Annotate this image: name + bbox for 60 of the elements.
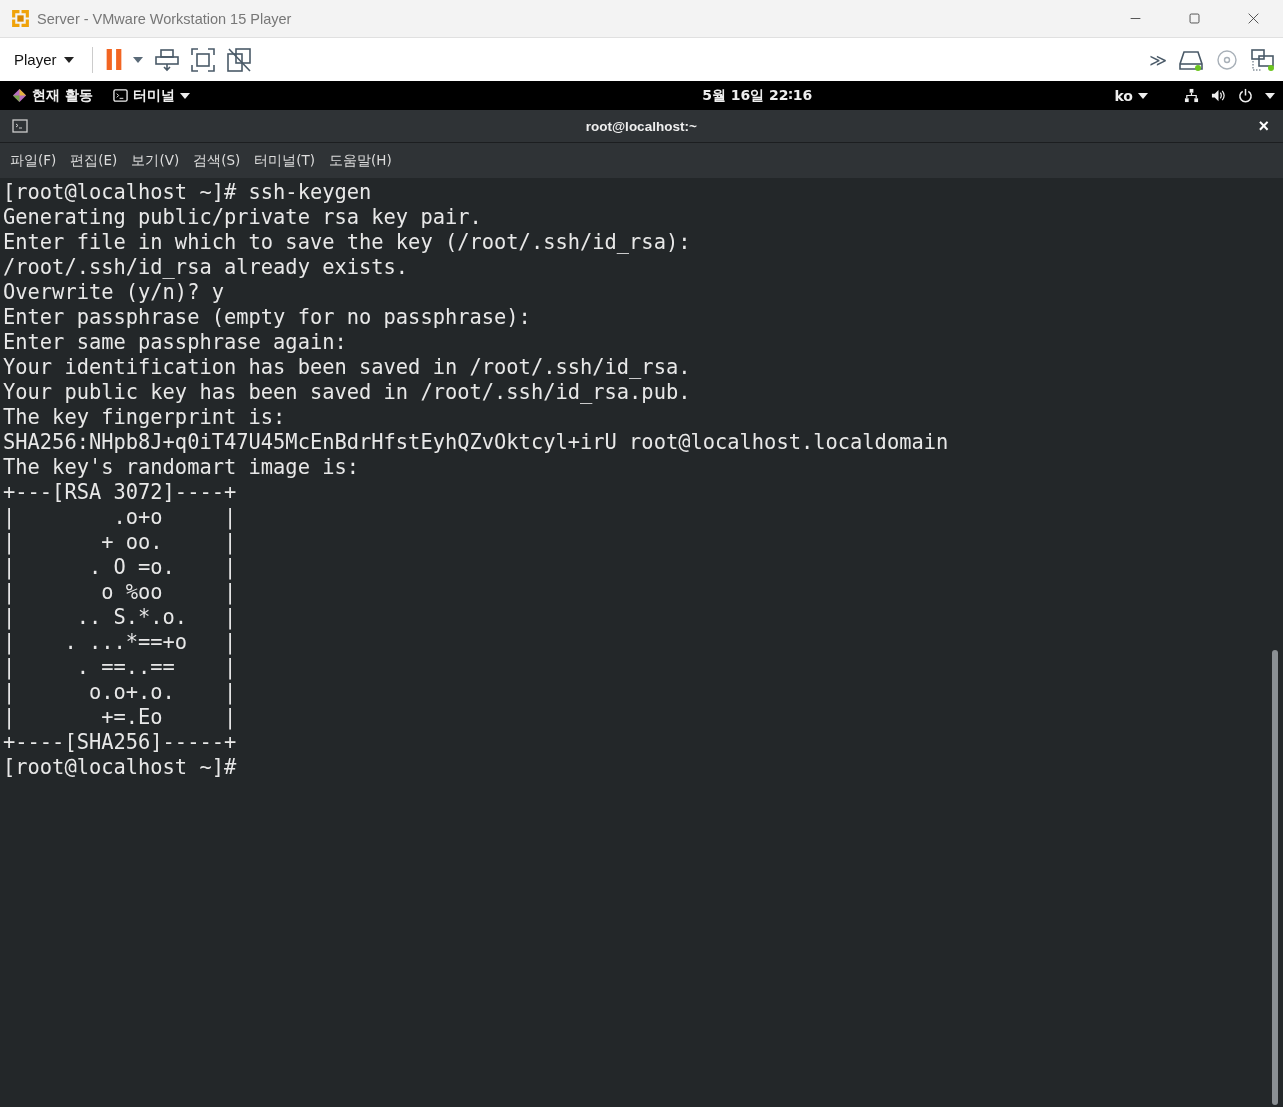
terminal-line: The key fingerprint is: [3, 405, 286, 430]
caret-icon [63, 56, 74, 63]
terminal-line: | . ...*==+o | [3, 630, 237, 655]
terminal-app-menu[interactable]: 터미널 [112, 86, 200, 105]
player-menu-button[interactable]: Player [8, 47, 80, 72]
terminal-line: Generating public/private rsa key pair. [3, 205, 482, 230]
menu-item[interactable]: 편집(E) [63, 151, 125, 170]
close-icon[interactable] [1247, 12, 1260, 25]
close-button[interactable]: × [1254, 115, 1273, 137]
terminal-line: | .. S.*.o. | [3, 605, 237, 630]
terminal-line: | . ==..== | [3, 655, 237, 680]
caret-icon [1138, 92, 1148, 99]
menu-item[interactable]: 보기(V) [124, 151, 187, 170]
terminal-icon [112, 88, 128, 103]
terminal-line: | .o+o | [3, 505, 237, 530]
menu-item[interactable]: 도움말(H) [322, 151, 399, 170]
volume-icon [1211, 88, 1226, 103]
status-menu[interactable] [1184, 88, 1275, 103]
pause-icon[interactable] [104, 49, 123, 70]
terminal-line: Your identification has been saved in /root/.ssh/id_rsa. [3, 355, 691, 380]
terminal-line: [root@localhost ~]# ssh-keygen [3, 180, 372, 205]
menu-item[interactable]: 파일(F) [3, 151, 64, 170]
terminal-line: | +=.Eo | [3, 705, 237, 730]
app-logo-icon [10, 8, 31, 29]
menu-item[interactable]: 터미널(T) [247, 151, 323, 170]
terminal-line: Your public key has been saved in /root/.ssh/id_rsa.pub. [3, 380, 691, 405]
caret-icon[interactable] [132, 56, 143, 63]
terminal-line: +----[SHA256]-----+ [3, 730, 237, 755]
terminal-line: Enter passphrase (empty for no passphrase): [3, 305, 531, 330]
network-icon [1184, 88, 1199, 103]
terminal-line: Overwrite (y/n)? y [3, 280, 224, 305]
caret-icon [1265, 92, 1275, 99]
input-source-menu[interactable]: ko [1114, 87, 1158, 104]
terminal-line: Enter same passphrase again: [3, 330, 347, 355]
power-icon [1238, 88, 1253, 103]
terminal-line: | o %oo | [3, 580, 237, 605]
terminal-line: SHA256:NHpb8J+q0iT47U45McEnBdrHfstEyhQZvOktcyl+irU root@localhost.localdomain [3, 430, 949, 455]
caret-icon [179, 92, 190, 99]
more-devices-button[interactable]: ≫ [1149, 49, 1167, 70]
terminal-line: /root/.ssh/id_rsa already exists. [3, 255, 409, 280]
activities-icon [12, 88, 27, 103]
terminal-line: +---[RSA 3072]----+ [3, 480, 237, 505]
fullscreen-icon[interactable] [190, 47, 215, 72]
maximize-icon[interactable] [1188, 12, 1201, 25]
terminal-line: The key's randomart image is: [3, 455, 359, 480]
network-adapter-icon[interactable] [1251, 47, 1275, 72]
send-keys-icon[interactable] [154, 47, 179, 72]
terminal-icon [12, 119, 28, 133]
scrollbar-thumb[interactable] [1272, 650, 1278, 1105]
terminal-line: Enter file in which to save the key (/root/.ssh/id_rsa): [3, 230, 691, 255]
menu-item[interactable]: 검색(S) [186, 151, 248, 170]
terminal-line: | o.o+.o. | [3, 680, 237, 705]
terminal-line: | + oo. | [3, 530, 237, 555]
terminal-title: root@localhost:~ [584, 118, 698, 134]
clock[interactable]: 5월 16일 22∶16 [702, 86, 813, 105]
unity-icon[interactable] [226, 47, 251, 72]
window-title: Server - VMware Workstation 15 Player [37, 10, 292, 27]
terminal-line: | . O =o. | [3, 555, 237, 580]
activities-button[interactable]: 현재 활동 [12, 86, 103, 105]
terminal-line: [root@localhost ~]# [3, 755, 237, 780]
